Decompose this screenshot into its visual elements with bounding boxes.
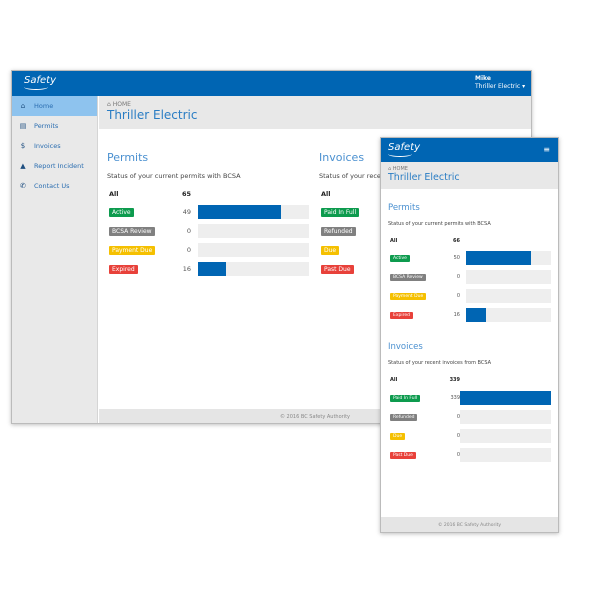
caret-down-icon: ▾ bbox=[522, 83, 526, 90]
progress-bar bbox=[466, 251, 551, 265]
progress-bar bbox=[198, 243, 309, 257]
page-title: Thriller Electric bbox=[388, 172, 460, 183]
status-row[interactable]: Expired 16 bbox=[390, 308, 551, 322]
status-count: 49 bbox=[182, 208, 191, 216]
progress-fill bbox=[198, 262, 226, 276]
status-count: 0 bbox=[456, 293, 460, 299]
section-title: Invoices bbox=[319, 151, 365, 164]
safety-logo[interactable]: Safety bbox=[24, 75, 56, 90]
section-description: Status of your current permits with BCSA bbox=[107, 172, 241, 180]
sidebar-item-permits[interactable]: ▤ Permits bbox=[12, 116, 97, 136]
status-row[interactable]: Paid In Full bbox=[321, 205, 381, 219]
status-row[interactable]: Active 50 bbox=[390, 251, 551, 265]
status-row[interactable]: Payment Due 0 bbox=[390, 289, 551, 303]
row-all: All 66 bbox=[390, 238, 460, 244]
progress-bar bbox=[460, 391, 551, 405]
status-badge: Payment Due bbox=[109, 245, 156, 255]
row-all: All bbox=[321, 190, 331, 198]
status-row[interactable]: Refunded 0 bbox=[390, 410, 551, 424]
status-row[interactable]: Due bbox=[321, 243, 381, 257]
page-header: ⌂ HOME Thriller Electric bbox=[99, 96, 531, 129]
mobile-navbar: Safety ≡ bbox=[381, 138, 558, 162]
progress-bar bbox=[466, 289, 551, 303]
status-row[interactable]: BCSA Review 0 bbox=[390, 270, 551, 284]
progress-bar bbox=[460, 410, 551, 424]
status-badge: Active bbox=[390, 254, 410, 262]
status-row[interactable]: Expired 16 bbox=[109, 262, 309, 276]
status-badge: Paid In Full bbox=[390, 394, 421, 402]
section-description: Status of your recent invoices from BCSA bbox=[388, 360, 492, 366]
status-row[interactable]: Due 0 bbox=[390, 429, 551, 443]
status-row[interactable]: Active 49 bbox=[109, 205, 309, 219]
status-row[interactable]: BCSA Review 0 bbox=[109, 224, 309, 238]
sidebar-item-invoices[interactable]: $ Invoices bbox=[12, 136, 97, 156]
sidebar: ⌂ Home ▤ Permits $ Invoices ▲ Report Incident ✆ C… bbox=[12, 96, 98, 423]
page-title: Thriller Electric bbox=[107, 108, 198, 122]
section-title: Permits bbox=[107, 151, 149, 164]
progress-bar bbox=[198, 205, 309, 219]
status-badge: Past Due bbox=[390, 451, 416, 459]
status-row[interactable]: Paid In Full 339 bbox=[390, 391, 551, 405]
user-menu[interactable]: Mike Thriller Electric ▾ bbox=[475, 75, 525, 91]
progress-bar bbox=[466, 270, 551, 284]
dollar-icon: $ bbox=[20, 142, 26, 150]
hamburger-menu-icon[interactable]: ≡ bbox=[543, 145, 550, 154]
section-title: Permits bbox=[388, 203, 420, 213]
safety-logo[interactable]: Safety bbox=[388, 142, 420, 157]
status-row[interactable]: Past Due 0 bbox=[390, 448, 551, 462]
home-icon: ⌂ bbox=[20, 102, 26, 110]
progress-fill bbox=[198, 205, 282, 219]
status-count: 16 bbox=[182, 265, 191, 273]
progress-bar bbox=[198, 262, 309, 276]
page-header: ⌂ HOME Thriller Electric bbox=[381, 162, 558, 189]
progress-bar bbox=[460, 429, 551, 443]
progress-fill bbox=[466, 308, 487, 322]
status-badge: Active bbox=[109, 207, 134, 217]
progress-fill bbox=[460, 391, 551, 405]
status-row[interactable]: Payment Due 0 bbox=[109, 243, 309, 257]
user-company: Thriller Electric bbox=[475, 83, 521, 90]
row-all: All 339 bbox=[390, 377, 460, 383]
status-badge: BCSA Review bbox=[390, 273, 426, 281]
status-badge: Refunded bbox=[321, 226, 356, 236]
status-count: 16 bbox=[453, 312, 460, 318]
status-badge: Expired bbox=[109, 264, 138, 274]
top-navbar: Safety Mike Thriller Electric ▾ bbox=[12, 71, 531, 96]
status-badge: Expired bbox=[390, 311, 413, 319]
row-all: All 65 bbox=[109, 190, 191, 198]
footer: © 2016 BC Safety Authority bbox=[381, 517, 558, 532]
status-count: 0 bbox=[186, 227, 191, 235]
warning-icon: ▲ bbox=[20, 162, 26, 170]
status-count: 0 bbox=[456, 274, 460, 280]
status-badge: Paid In Full bbox=[321, 207, 360, 217]
status-badge: Due bbox=[321, 245, 340, 255]
progress-bar bbox=[460, 448, 551, 462]
status-badge: Refunded bbox=[390, 413, 418, 421]
file-icon: ▤ bbox=[19, 122, 27, 130]
section-description: Status of your current permits with BCSA bbox=[388, 221, 491, 227]
sidebar-item-report-incident[interactable]: ▲ Report Incident bbox=[12, 156, 97, 176]
user-name: Mike bbox=[475, 75, 491, 82]
progress-bar bbox=[466, 308, 551, 322]
status-badge: BCSA Review bbox=[109, 226, 155, 236]
status-row[interactable]: Past Due bbox=[321, 262, 381, 276]
sidebar-item-home[interactable]: ⌂ Home bbox=[12, 96, 97, 116]
status-count: 339 bbox=[450, 395, 460, 401]
section-title: Invoices bbox=[388, 342, 423, 352]
sidebar-item-contact-us[interactable]: ✆ Contact Us bbox=[12, 176, 97, 196]
home-icon: ⌂ bbox=[107, 101, 111, 108]
status-badge: Payment Due bbox=[390, 292, 427, 300]
progress-fill bbox=[466, 251, 531, 265]
progress-bar bbox=[198, 224, 309, 238]
status-count: 0 bbox=[186, 246, 191, 254]
breadcrumb[interactable]: ⌂ HOME bbox=[107, 101, 523, 108]
mobile-window: Safety ≡ ⌂ HOME Thriller Electric Permit… bbox=[380, 137, 559, 533]
status-badge: Past Due bbox=[321, 264, 354, 274]
status-row[interactable]: Refunded bbox=[321, 224, 381, 238]
status-count: 50 bbox=[453, 255, 460, 261]
phone-icon: ✆ bbox=[20, 182, 26, 190]
status-badge: Due bbox=[390, 432, 406, 440]
